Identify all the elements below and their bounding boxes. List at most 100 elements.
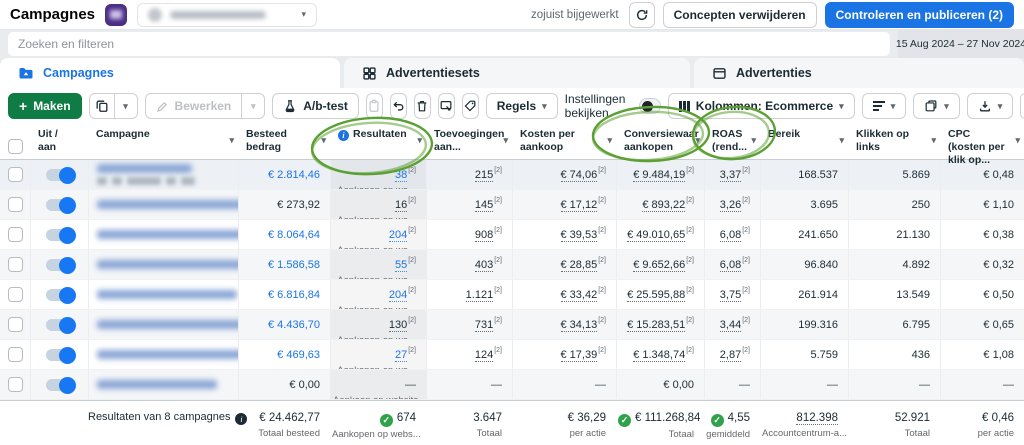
- tag-button[interactable]: [461, 93, 479, 119]
- rules-button[interactable]: Regels ▾: [485, 93, 558, 119]
- duplicate-button[interactable]: [88, 93, 115, 119]
- campaign-name-cell: [88, 370, 238, 399]
- campaign-toggle[interactable]: [45, 196, 76, 214]
- row-checkbox[interactable]: [7, 317, 23, 332]
- campaign-toggle[interactable]: [45, 346, 76, 364]
- campaign-toggle-cell: [30, 310, 88, 339]
- result-type-label: Aankopen op we...: [333, 185, 416, 189]
- breakdown-icon: [872, 101, 885, 111]
- row-checkbox[interactable]: [7, 167, 23, 182]
- campaign-toggle-cell: [30, 220, 88, 249]
- breakdown-button[interactable]: ▾: [861, 93, 907, 119]
- cell-bereik: 199.316: [760, 310, 848, 339]
- row-checkbox-cell: [0, 340, 30, 369]
- column-header-klikken-op-links[interactable]: Klikken op links ▾: [848, 124, 940, 169]
- row-checkbox[interactable]: [7, 257, 23, 272]
- check-icon: ✓: [379, 414, 393, 427]
- campaign-toggle[interactable]: [45, 316, 76, 334]
- create-button[interactable]: + Maken: [8, 93, 82, 119]
- campaign-name-redacted[interactable]: [97, 200, 238, 209]
- cell-conversiewaarde: € 1.348,74[2]: [616, 340, 704, 369]
- date-range-picker[interactable]: 15 Aug 2024 – 27 Nov 2024: [896, 30, 1024, 58]
- folder-icon: [18, 65, 34, 81]
- cell-resultaten: 204[2]Aankopen op we...: [330, 280, 426, 309]
- select-all-checkbox[interactable]: [7, 139, 23, 154]
- column-header-kosten-per-aankoop[interactable]: Kosten per aankoop ▾: [512, 124, 616, 169]
- table-row: € 469,63 27[2]Aankopen op we... 124[2] €…: [0, 340, 1024, 370]
- campaign-name-redacted[interactable]: [97, 164, 192, 173]
- campaign-name-redacted[interactable]: [97, 350, 238, 359]
- review-publish-button[interactable]: Controleren en publiceren (2): [824, 1, 1014, 28]
- cell-roas: 3,75[2]: [704, 280, 760, 309]
- campaign-toggle[interactable]: [45, 286, 76, 304]
- column-header-toevoegingen-aan-winkelwagen[interactable]: Toevoegingen aan... ▾: [426, 124, 512, 169]
- campaign-name-redacted[interactable]: [97, 380, 217, 389]
- campaign-toggle[interactable]: [45, 166, 76, 184]
- cell-conversiewaarde: € 893,22[2]: [616, 190, 704, 219]
- table-row: € 8.064,64 204[2]Aankopen op we... 908[2…: [0, 220, 1024, 250]
- campaign-toggle[interactable]: [45, 226, 76, 244]
- preview-button[interactable]: [437, 93, 455, 119]
- column-header-bereik[interactable]: Bereik ▾: [760, 124, 848, 169]
- column-header-resultaten[interactable]: i Resultaten ▾: [330, 124, 426, 169]
- row-hover-actions[interactable]: [97, 177, 238, 185]
- column-header-conversiewaarde-aankopen[interactable]: Conversiewaar aankopen ▾: [616, 124, 704, 169]
- row-checkbox[interactable]: [7, 227, 23, 242]
- undo-button[interactable]: [389, 93, 407, 119]
- table-row: € 273,92 16[2]Aankopen op we... 145[2] €…: [0, 190, 1024, 220]
- campaign-toggle-cell: [30, 340, 88, 369]
- info-icon[interactable]: i: [338, 130, 349, 141]
- view-settings-label: Instellingen bekijken: [564, 92, 626, 120]
- tab-advertenties[interactable]: Advertenties: [694, 58, 1024, 88]
- columns-button[interactable]: Kolommen: Ecommerce ▾: [668, 93, 855, 119]
- duplicate-dropdown[interactable]: ▾: [113, 93, 138, 119]
- column-header-besteed-bedrag[interactable]: Besteed bedrag ▾: [238, 124, 330, 169]
- column-header-campagne[interactable]: Campagne ▾: [88, 124, 238, 169]
- column-header-roas[interactable]: ROAS (rend... ▾: [704, 124, 760, 169]
- reports-icon: [924, 99, 938, 113]
- cell-kosten-per-aankoop: —: [512, 370, 616, 399]
- ab-test-button[interactable]: A/b-test: [272, 93, 359, 119]
- cell-bereik: 96.840: [760, 250, 848, 279]
- clipboard-button[interactable]: [365, 93, 383, 119]
- reports-button[interactable]: ▾: [913, 93, 960, 119]
- campaign-name-redacted[interactable]: [97, 290, 237, 299]
- row-checkbox[interactable]: [7, 287, 23, 302]
- edit-dropdown[interactable]: ▾: [241, 93, 266, 119]
- level-tabs: Campagnes Advertentiesets Advertenties: [0, 58, 1024, 88]
- search-input[interactable]: [8, 32, 890, 56]
- edit-button[interactable]: Bewerken: [144, 93, 243, 119]
- page-title: Campagnes: [10, 6, 96, 23]
- table-body: € 2.814,46 38[2]Aankopen op we... 215[2]…: [0, 160, 1024, 400]
- campaign-name-cell: [88, 250, 238, 279]
- campaign-name-redacted[interactable]: [97, 320, 238, 329]
- cell-besteed-bedrag: € 4.436,70: [238, 310, 330, 339]
- campaign-toggle[interactable]: [45, 256, 76, 274]
- grid-icon: [362, 66, 377, 81]
- campaign-toggle[interactable]: [45, 376, 76, 394]
- top-bar: Campagnes ▾ zojuist bijgewerkt Concepten…: [0, 0, 1024, 30]
- row-checkbox[interactable]: [7, 347, 23, 362]
- business-app-icon[interactable]: [105, 3, 128, 26]
- cell-kosten-per-aankoop: € 34,13[2]: [512, 310, 616, 339]
- campaign-name-redacted[interactable]: [97, 260, 238, 269]
- column-header-uit-aan[interactable]: Uit / aan: [30, 124, 88, 169]
- columns-icon: [679, 100, 690, 112]
- row-checkbox-cell: [0, 190, 30, 219]
- row-checkbox[interactable]: [7, 197, 23, 212]
- delete-drafts-button[interactable]: Concepten verwijderen: [662, 1, 817, 28]
- tab-advertentiesets[interactable]: Advertentiesets: [344, 58, 690, 88]
- ad-account-selector[interactable]: ▾: [137, 2, 318, 27]
- export-button[interactable]: ▾: [966, 93, 1014, 119]
- refresh-button[interactable]: [628, 1, 655, 28]
- cell-toevoegingen: —: [426, 370, 512, 399]
- view-settings-toggle[interactable]: [639, 98, 661, 114]
- column-header-cpc[interactable]: CPC (kosten per klik op... ▾: [940, 124, 1024, 169]
- clipped-toolbar-button[interactable]: [1020, 93, 1024, 119]
- campaign-name-redacted[interactable]: [97, 230, 238, 239]
- tab-campagnes[interactable]: Campagnes: [0, 58, 340, 88]
- delete-button[interactable]: [413, 93, 431, 119]
- row-checkbox[interactable]: [7, 377, 23, 392]
- last-updated-status: zojuist bijgewerkt: [531, 8, 619, 21]
- chevron-down-icon: ▾: [890, 100, 896, 111]
